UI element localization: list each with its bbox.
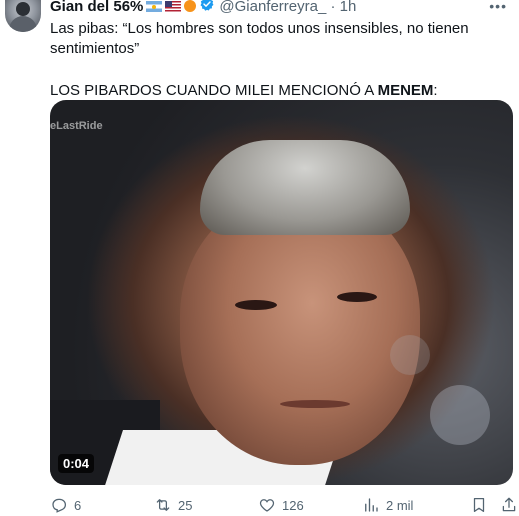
retweet-count: 25 xyxy=(178,497,193,513)
like-count: 126 xyxy=(282,497,304,513)
face-shape xyxy=(180,195,420,465)
video-player[interactable]: eLastRide 0:04 xyxy=(50,100,513,485)
video-duration: 0:04 xyxy=(58,454,95,473)
mouth-shape xyxy=(280,400,350,408)
video-watermark: eLastRide xyxy=(50,120,103,132)
avatar[interactable] xyxy=(5,0,41,32)
left-eye-shape xyxy=(235,300,277,310)
usa-flag-icon xyxy=(165,0,182,12)
like-button[interactable]: 126 xyxy=(258,496,304,514)
heart-icon xyxy=(259,499,275,512)
user-handle[interactable]: @Gianferreyra_ xyxy=(219,0,326,15)
tweet-text-line1: Las pibas: “Los hombres son todos unos i… xyxy=(50,20,469,57)
time-separator: · xyxy=(330,0,336,15)
views-icon xyxy=(365,498,378,512)
bookmark-button[interactable] xyxy=(470,496,488,514)
background-light xyxy=(430,385,490,445)
tweet-time[interactable]: 1h xyxy=(340,0,357,15)
share-button[interactable] xyxy=(500,496,518,514)
argentina-flag-icon xyxy=(146,0,163,12)
orange-circle-icon xyxy=(184,0,197,12)
display-name[interactable]: Gian del 56% xyxy=(50,0,143,15)
more-icon[interactable]: ••• xyxy=(489,0,507,14)
avatar-head xyxy=(16,2,30,16)
avatar-shoulders xyxy=(9,16,37,32)
right-eye-shape xyxy=(337,292,377,302)
hair-shape xyxy=(200,140,410,235)
retweet-icon xyxy=(156,499,170,511)
retweet-button[interactable]: 25 xyxy=(154,496,192,514)
tweet-text-bold: MENEM xyxy=(377,82,434,99)
verified-badge-icon xyxy=(199,0,215,17)
share-icon xyxy=(502,497,516,512)
bookmark-icon xyxy=(473,497,485,513)
tweet-header: Gian del 56% @Gianferreyra_ · 1h xyxy=(50,0,356,16)
tweet-actions: 6 25 126 2 mil xyxy=(50,496,519,516)
background-light xyxy=(390,335,430,375)
reply-button[interactable]: 6 xyxy=(50,496,81,514)
views-button[interactable]: 2 mil xyxy=(362,496,413,514)
reply-icon xyxy=(52,498,67,513)
tweet-text-line2: LOS PIBARDOS CUANDO MILEI MENCIONÓ A MEN… xyxy=(50,82,438,99)
reply-count: 6 xyxy=(74,497,82,513)
views-count: 2 mil xyxy=(386,497,414,513)
tweet-text: Las pibas: “Los hombres son todos unos i… xyxy=(50,19,470,101)
